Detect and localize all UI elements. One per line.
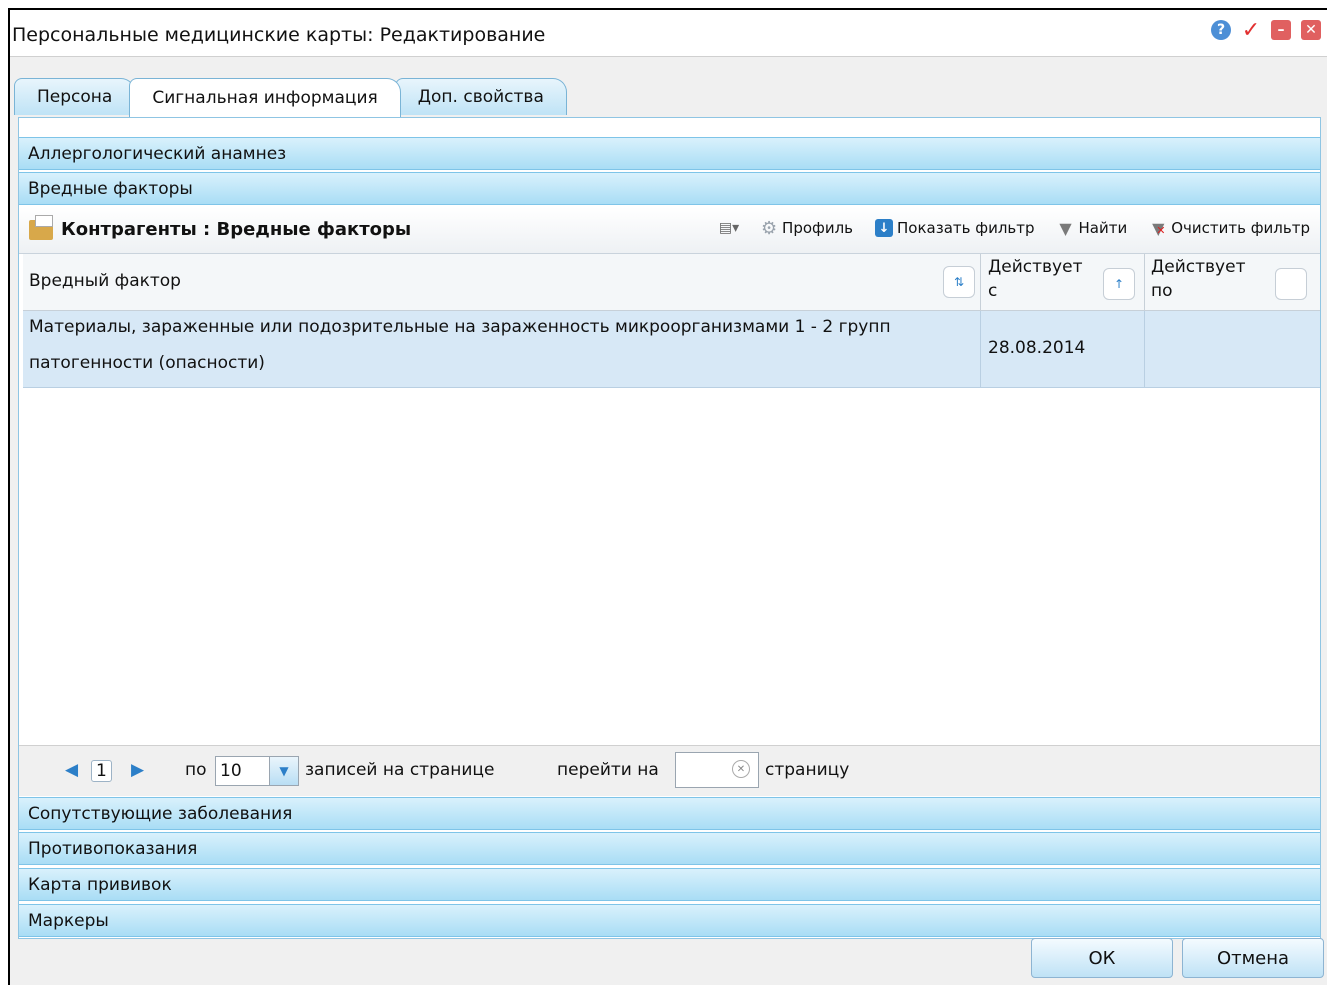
next-page-icon[interactable]: ▶	[131, 760, 144, 780]
page-label: страницу	[765, 760, 850, 780]
sort-icon[interactable]: ⇅	[943, 266, 975, 298]
cell-text: 28.08.2014	[988, 338, 1086, 358]
window-controls: ? ✓ – ✕	[1211, 18, 1321, 43]
dialog-window: Персональные медицинские карты: Редактир…	[8, 8, 1327, 985]
gear-icon: ⚙	[760, 217, 778, 239]
accordion-label: Аллергологический анамнез	[28, 143, 287, 164]
sort-asc-icon[interactable]: ↑	[1103, 268, 1135, 300]
tab-extra-properties[interactable]: Доп. свойства	[394, 78, 567, 115]
tab-signal-info[interactable]: Сигнальная информация	[129, 78, 401, 117]
accordion-label: Маркеры	[28, 910, 109, 931]
table-row[interactable]: Материалы, зараженные или подозрительные…	[23, 311, 1320, 388]
folder-icon	[29, 214, 53, 240]
accordion-markers[interactable]: Маркеры	[19, 904, 1320, 937]
column-header-factor[interactable]: Вредный фактор ⇅	[23, 254, 981, 310]
cell-text: Материалы, зараженные или подозрительные…	[29, 317, 891, 337]
accordion-comorbidities[interactable]: Сопутствующие заболевания	[19, 797, 1320, 830]
current-page: 1	[91, 760, 112, 782]
page-size-select[interactable]: 10 ▼	[215, 756, 299, 786]
tab-bar: Персона Сигнальная информация Доп. свойс…	[14, 78, 567, 117]
arrow-down-icon: ↓	[875, 219, 894, 237]
column-label-second-line: по	[1151, 281, 1173, 301]
chevron-down-icon[interactable]: ▼	[269, 757, 298, 785]
accordion-contraindications[interactable]: Противопоказания	[19, 832, 1320, 865]
accordion-label: Противопоказания	[28, 838, 198, 859]
close-icon[interactable]: ✕	[1301, 20, 1321, 40]
grid-header: Вредный фактор ⇅ Действует с ↑ Действует…	[23, 254, 1320, 311]
clear-filter-label: Очистить фильтр	[1171, 219, 1310, 237]
ok-button[interactable]: ОК	[1031, 938, 1173, 978]
toolbar-actions: ▤▾ ⚙ Профиль ↓ Показать фильтр ▼ Найти ▼…	[719, 217, 1310, 239]
prev-page-icon[interactable]: ◀	[65, 760, 78, 780]
column-label: Действует	[988, 257, 1083, 277]
column-header-from[interactable]: Действует с ↑	[981, 254, 1145, 310]
accordion-label: Карта прививок	[28, 874, 172, 895]
page-size-value: 10	[220, 761, 242, 781]
clear-filter-button[interactable]: ▼ Очистить фильтр	[1149, 219, 1310, 238]
clear-filter-icon: ▼	[1149, 219, 1167, 238]
column-label: Вредный фактор	[29, 271, 181, 291]
minimize-icon[interactable]: –	[1271, 20, 1291, 40]
tab-label: Доп. свойства	[417, 87, 544, 107]
accordion-allergy-history[interactable]: Аллергологический анамнез	[19, 137, 1320, 170]
grid-title-text: Контрагенты : Вредные факторы	[61, 219, 412, 240]
accordion-harmful-factors[interactable]: Вредные факторы	[19, 172, 1320, 205]
accordion-label: Сопутствующие заболевания	[28, 803, 293, 824]
checkmark-icon[interactable]: ✓	[1241, 18, 1261, 43]
grid-title: Контрагенты : Вредные факторы	[29, 214, 412, 240]
funnel-icon: ▼	[1059, 218, 1072, 238]
show-filter-button[interactable]: ↓ Показать фильтр	[875, 219, 1035, 237]
records-label: записей на странице	[305, 760, 495, 780]
tab-label: Персона	[37, 87, 113, 107]
cell-to	[1145, 311, 1320, 387]
column-header-to[interactable]: Действует по	[1145, 254, 1320, 310]
cell-factor: Материалы, зараженные или подозрительные…	[23, 311, 981, 387]
column-label: Действует	[1151, 257, 1246, 277]
show-filter-label: Показать фильтр	[897, 219, 1035, 237]
tab-persona[interactable]: Персона	[14, 78, 136, 115]
clear-icon[interactable]: ✕	[732, 760, 750, 778]
grid-toolbar: Контрагенты : Вредные факторы ▤▾ ⚙ Профи…	[19, 207, 1320, 254]
cancel-button[interactable]: Отмена	[1182, 938, 1324, 978]
accordion-vaccination-card[interactable]: Карта прививок	[19, 868, 1320, 901]
sort-icon[interactable]	[1275, 268, 1307, 300]
per-label: по	[185, 760, 207, 780]
cell-from: 28.08.2014	[981, 311, 1145, 387]
columns-menu-icon[interactable]: ▤▾	[719, 219, 739, 237]
help-icon[interactable]: ?	[1211, 20, 1231, 40]
goto-page-input[interactable]: ✕	[675, 752, 759, 788]
tab-content-panel: Аллергологический анамнез Вредные фактор…	[18, 117, 1321, 939]
find-label: Найти	[1078, 219, 1128, 237]
goto-label: перейти на	[557, 760, 659, 780]
accordion-label: Вредные факторы	[28, 178, 193, 199]
pagination-bar: ◀ 1 ▶ по 10 ▼ записей на странице перейт…	[19, 745, 1320, 796]
cell-text-second-line: патогенности (опасности)	[29, 353, 265, 373]
column-label-second-line: с	[988, 281, 998, 301]
find-button[interactable]: ▼ Найти	[1057, 218, 1128, 238]
profile-label: Профиль	[782, 219, 854, 237]
title-bar: Персональные медицинские карты: Редактир…	[10, 10, 1327, 57]
profile-button[interactable]: ⚙ Профиль	[760, 217, 854, 239]
tab-label: Сигнальная информация	[152, 88, 378, 108]
window-title: Персональные медицинские карты: Редактир…	[12, 24, 546, 46]
